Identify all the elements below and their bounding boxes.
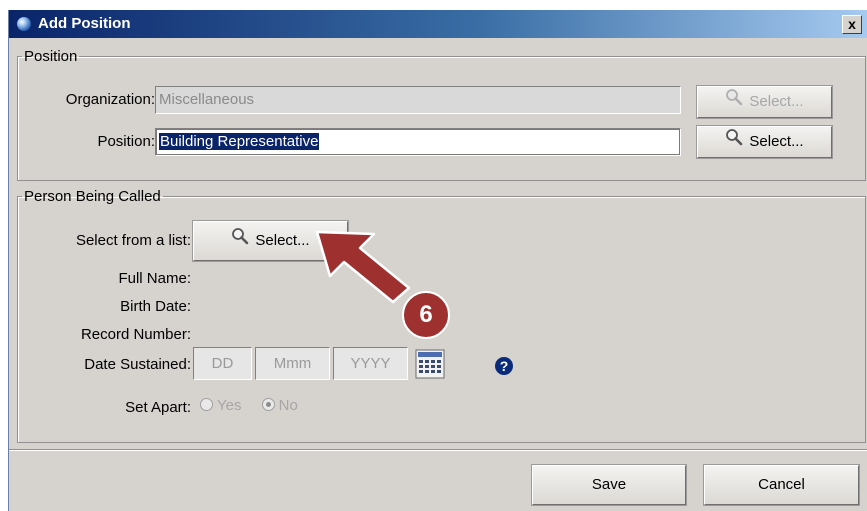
save-button[interactable]: Save [531, 464, 687, 506]
set-apart-yes-label: Yes [217, 397, 242, 414]
position-select-label: Select... [749, 133, 804, 151]
year-field[interactable]: YYYY [333, 347, 408, 380]
radio-selected-icon [261, 398, 275, 411]
dialog-title: Add Position [38, 15, 131, 32]
position-label: Position: [97, 133, 155, 150]
help-icon[interactable]: ? [495, 357, 513, 375]
position-group-legend: Position [24, 48, 78, 65]
person-group-legend: Person Being Called [24, 188, 161, 205]
footer-separator [9, 449, 867, 451]
birth-date-label: Birth Date: [120, 298, 191, 315]
date-sustained-label: Date Sustained: [84, 356, 191, 373]
record-number-label: Record Number: [80, 326, 191, 343]
set-apart-options: Yes No [200, 397, 298, 414]
radio-circle-icon [200, 398, 213, 411]
organization-field: Miscellaneous [155, 86, 681, 114]
full-name-label: Full Name: [118, 270, 191, 287]
magnifier-icon [725, 87, 743, 117]
title-bar: Add Position x [9, 10, 867, 38]
organization-select-label: Select... [749, 93, 804, 111]
set-apart-yes-radio[interactable]: Yes [200, 397, 241, 414]
globe-icon [17, 17, 31, 31]
position-select-button[interactable]: Select... [696, 125, 833, 159]
step-badge: 6 [402, 291, 450, 339]
select-from-list-label: Select from a list: [75, 232, 191, 249]
set-apart-no-label: No [278, 397, 298, 414]
day-field[interactable]: DD [193, 347, 252, 380]
magnifier-icon [725, 127, 743, 157]
callout-arrow-icon [315, 230, 411, 304]
close-icon[interactable]: x [842, 15, 862, 34]
set-apart-label: Set Apart: [125, 399, 191, 416]
calendar-icon[interactable] [415, 349, 445, 379]
organization-label: Organization: [65, 91, 155, 108]
step-number: 6 [419, 301, 433, 328]
month-field[interactable]: Mmm [255, 347, 330, 380]
add-position-dialog: Add Position x Position Organization: Mi… [8, 10, 867, 511]
cancel-button[interactable]: Cancel [703, 464, 860, 506]
magnifier-icon [231, 222, 249, 260]
organization-select-button: Select... [696, 85, 833, 119]
person-select-label: Select... [255, 232, 310, 250]
set-apart-no-radio[interactable]: No [261, 397, 298, 414]
position-field-value: Building Representative [159, 133, 320, 150]
position-field[interactable]: Building Representative [155, 128, 681, 156]
